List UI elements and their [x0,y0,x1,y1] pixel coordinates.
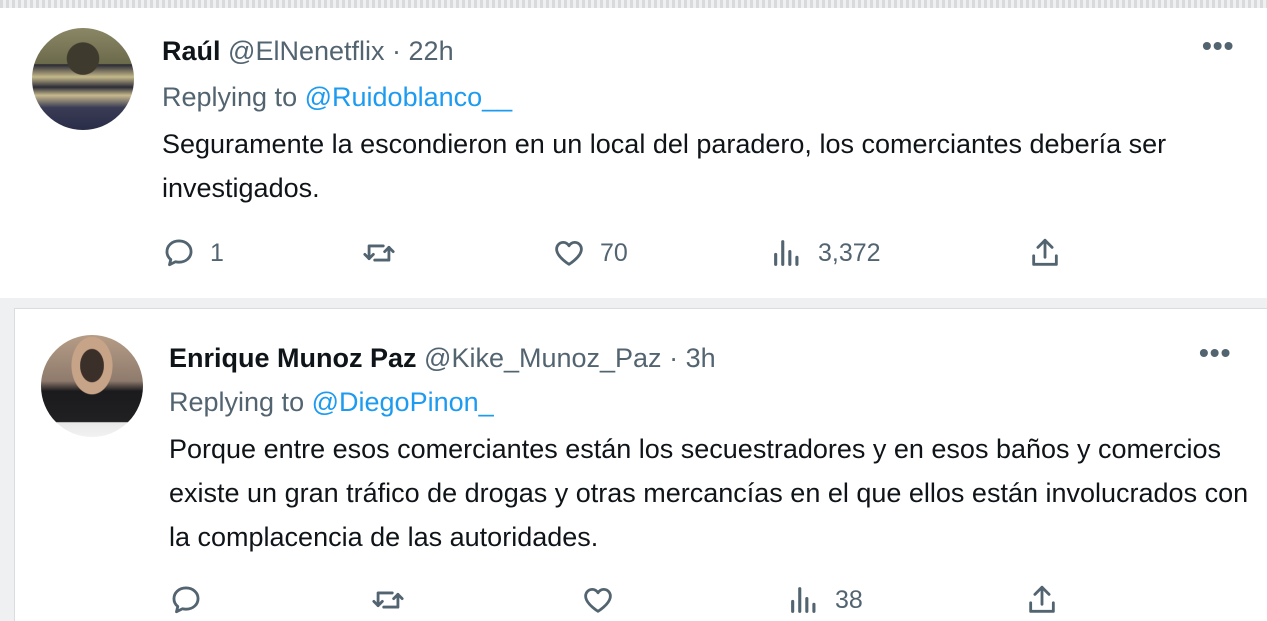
reply-icon [165,239,193,267]
retweet-button[interactable] [362,236,410,270]
separator: · [669,343,679,373]
views-button[interactable]: 38 [787,583,863,617]
mention-link[interactable]: @Ruidoblanco__ [305,82,513,112]
display-name[interactable]: Enrique Munoz Paz [169,343,417,373]
share-button[interactable] [1025,583,1059,617]
tweet-text: Porque entre esos comerciantes están los… [169,434,1249,552]
avatar[interactable] [32,28,134,130]
reply-icon [172,586,200,614]
reply-count: 1 [210,238,224,267]
retweet-button[interactable] [371,583,419,617]
reply-button[interactable] [169,583,217,617]
views-count: 3,372 [818,238,881,267]
views-count: 38 [835,585,863,614]
replying-prefix: Replying to [169,387,305,417]
replying-prefix: Replying to [162,82,298,112]
retweet-icon [363,244,395,262]
tweet-header: Enrique Munoz Paz @Kike_Munoz_Paz · 3h [169,343,716,374]
more-icon[interactable]: ••• [1202,30,1234,62]
timestamp[interactable]: 22h [409,36,454,66]
like-count: 70 [600,238,628,267]
display-name[interactable]: Raúl [162,36,221,66]
tweet[interactable]: Raúl @ElNenetflix · 22h ••• Replying to … [0,8,1267,298]
like-icon [584,587,612,613]
like-icon [555,240,583,266]
timestamp[interactable]: 3h [686,343,716,373]
views-button[interactable]: 3,372 [770,236,881,270]
views-icon [774,240,799,266]
replying-to: Replying to @DiegoPinon_ [169,387,494,418]
like-button[interactable] [581,583,629,617]
like-button[interactable]: 70 [552,236,628,270]
tweet-text: Seguramente la escondieron en un local d… [162,129,1167,203]
handle[interactable]: @Kike_Munoz_Paz [424,343,662,373]
retweet-icon [372,591,404,609]
share-icon [1029,585,1055,613]
reply-button[interactable]: 1 [162,236,224,270]
share-icon [1032,238,1058,266]
more-icon[interactable]: ••• [1199,337,1231,369]
separator: · [392,36,402,66]
top-divider [0,0,1267,8]
avatar[interactable] [41,335,143,437]
views-icon [791,587,816,613]
tweet[interactable]: Enrique Munoz Paz @Kike_Munoz_Paz · 3h •… [14,308,1267,621]
tweet-header: Raúl @ElNenetflix · 22h [162,36,454,67]
replying-to: Replying to @Ruidoblanco__ [162,82,512,113]
share-button[interactable] [1028,236,1062,270]
handle[interactable]: @ElNenetflix [228,36,384,66]
mention-link[interactable]: @DiegoPinon_ [312,387,494,417]
